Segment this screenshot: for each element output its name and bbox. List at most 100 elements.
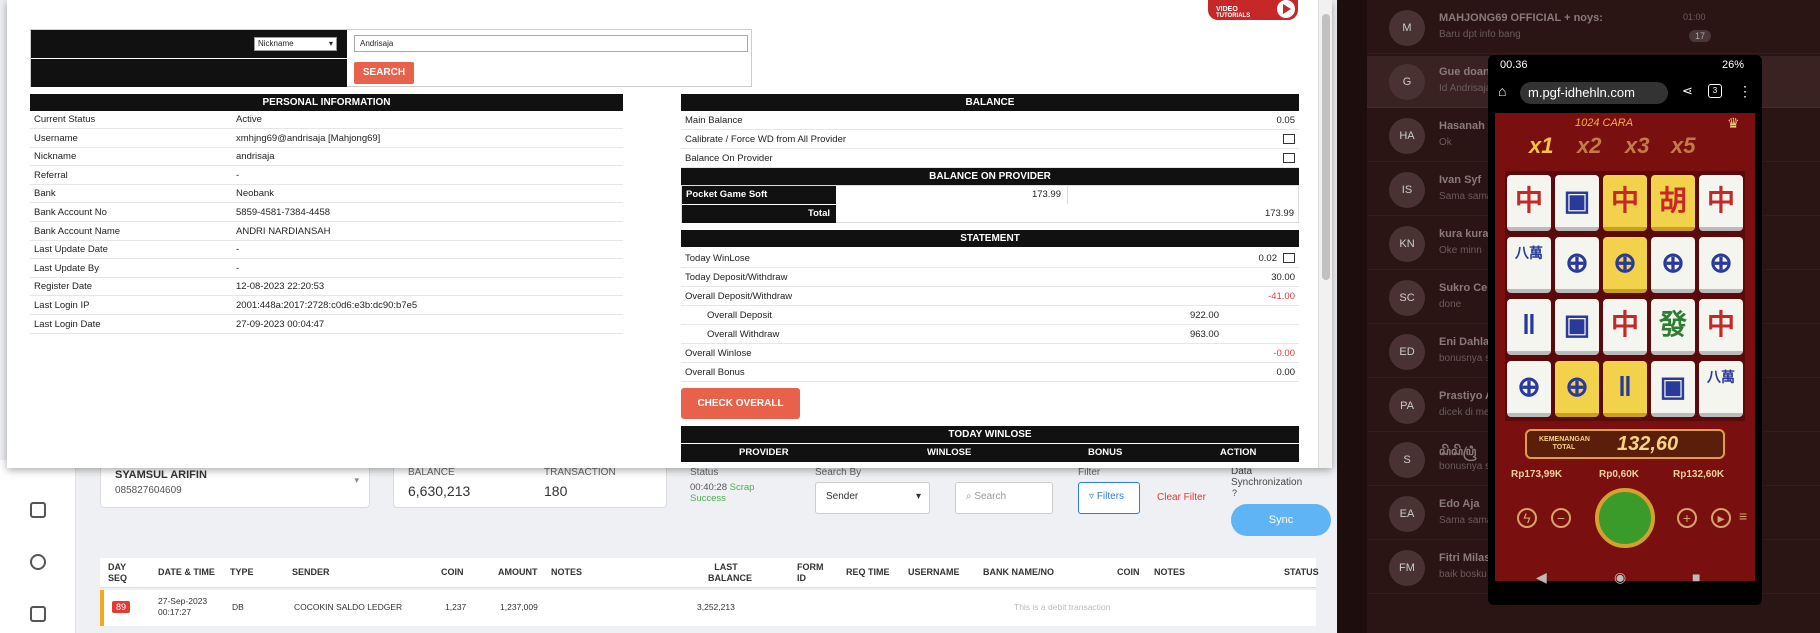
home-nav-icon[interactable]: ◉: [1614, 569, 1626, 586]
table-row[interactable]: 27-Sep-2023 00:17:27 DB COCOKIN SALDO LE…: [100, 590, 1316, 626]
multiplier-1: x1: [1529, 133, 1554, 158]
menu-icon[interactable]: ≡: [1739, 508, 1747, 524]
col-coin-2: COIN: [1117, 567, 1140, 577]
row-type: DB: [232, 602, 244, 612]
mahjong-game[interactable]: 1024 CARA ♛ x1 x2 x3 x5 中 ▣ 中胡中八萬 ⊕ ⊕ ⊕ ⊕ ‖ ▣ 中發中…: [1495, 113, 1755, 581]
autoplay-icon[interactable]: ▸: [1711, 508, 1731, 528]
overall-winlose-value: -0.00: [1273, 348, 1295, 359]
video-tutorials-badge[interactable]: VIDEO TUTORIALS: [1208, 0, 1298, 20]
overall-bonus-label: Overall Bonus: [685, 367, 745, 378]
col-day-seq: DAY SEQ: [108, 562, 128, 583]
mahjong-tile: 中: [1603, 175, 1647, 231]
col-bank: BANK NAME/NO: [983, 567, 1054, 577]
filters-button[interactable]: ▿ Filters: [1078, 482, 1140, 514]
dashboard-icon[interactable]: [30, 502, 46, 518]
chat-list-item[interactable]: M MAHJONG69 OFFICIAL + noys: Baru dpt info…: [1367, 2, 1820, 54]
clear-filter-link[interactable]: Clear Filter: [1157, 492, 1206, 503]
home-icon[interactable]: ⌂: [1498, 83, 1506, 99]
check-overall-button[interactable]: CHECK OVERALL: [681, 388, 800, 419]
personal-info-row: Last Update Date -: [30, 241, 623, 260]
search-input[interactable]: ⌕ Search: [955, 482, 1053, 514]
scrollbar-thumb[interactable]: [1322, 14, 1330, 280]
personal-info-value: 2001:448a:2017:2728:c0d6:e3b:dc90:b7e5: [236, 300, 418, 311]
trophy-icon[interactable]: ♛: [1727, 115, 1740, 132]
overall-winlose-label: Overall Winlose: [685, 348, 752, 359]
url-bar[interactable]: m.pgf-idhehln.com: [1520, 82, 1668, 104]
personal-info-row: Last Login Date 27-09-2023 00:04:47: [30, 316, 623, 334]
personal-info-row: Register Date 12-08-2023 22:20:53: [30, 278, 623, 297]
personal-info-row: Bank Account No 5859-4581-7384-4458: [30, 204, 623, 222]
turbo-icon[interactable]: ϟ: [1517, 508, 1537, 528]
personal-info-row: Username xmhjng69@andrisaja [Mahjong69]: [30, 130, 623, 148]
back-icon[interactable]: ◀: [1536, 569, 1547, 586]
row-last-balance: 3,252,213: [697, 602, 735, 612]
avatar: KN: [1389, 226, 1425, 262]
overall-withdraw-label: Overall Withdraw: [707, 329, 780, 340]
personal-info-key: Nickname: [34, 151, 77, 163]
personal-info-value: 12-08-2023 22:20:53: [236, 281, 325, 293]
calibrate-label: Calibrate / Force WD from All Provider: [685, 134, 847, 145]
col-last-balance: LAST BALANCE: [708, 562, 752, 583]
day-seq-badge: 89: [112, 601, 131, 613]
customer-phone: 085827604609: [115, 485, 182, 496]
chat-message: Id Andrisaja: [1439, 83, 1492, 94]
mahjong-tile: ⊕: [1507, 361, 1551, 417]
mahjong-tile: 胡: [1651, 175, 1695, 231]
search-button[interactable]: SEARCH: [354, 62, 414, 84]
col-winlose: WINLOSE: [927, 447, 972, 458]
mahjong-tile: 中: [1699, 175, 1743, 231]
list-icon[interactable]: [1283, 253, 1295, 263]
history-icon[interactable]: [30, 554, 46, 570]
personal-info-row: Nickname andrisaja: [30, 148, 623, 167]
col-req-time: REQ TIME: [846, 567, 890, 577]
mahjong-tile: ‖: [1603, 361, 1647, 417]
plus-icon[interactable]: +: [1677, 508, 1697, 528]
play-icon: [1277, 0, 1295, 18]
provider-name: Pocket Game Soft: [682, 186, 836, 204]
sync-button[interactable]: Sync: [1231, 504, 1331, 536]
nickname-input[interactable]: Andrisaja: [354, 35, 748, 52]
browser-bar: ⌂ m.pgf-idhehln.com ⋖ 3 ⋮: [1492, 79, 1758, 107]
tile-grid: 中 ▣ 中胡中八萬 ⊕ ⊕ ⊕ ⊕ ‖ ▣ 中發中 ⊕ ⊕ ‖ ▣ 八萬: [1505, 171, 1745, 421]
overall-withdraw-row: Overall Withdraw 963.00: [681, 325, 1299, 344]
search-by-select[interactable]: Sender ▾: [815, 482, 930, 514]
personal-info-value: Active: [236, 114, 262, 125]
overall-dw-value: -41.00: [1268, 291, 1295, 302]
personal-info-value: andrisaja: [236, 151, 275, 163]
list-icon[interactable]: [1283, 153, 1295, 163]
customer-name: SYAMSUL ARIFIN: [115, 469, 207, 481]
col-provider: PROVIDER: [739, 447, 789, 458]
spin-button[interactable]: [1595, 488, 1655, 548]
personal-info-value: xmhjng69@andrisaja [Mahjong69]: [236, 132, 381, 144]
row-sender: COCOKIN SALDO LEDGER: [294, 602, 403, 612]
balance-title: BALANCE: [681, 94, 1299, 111]
multiplier-2: x2: [1577, 133, 1602, 158]
total-win-label: KEMENANGAN TOTAL: [1539, 436, 1590, 452]
col-username: USERNAME: [908, 567, 960, 577]
book-icon[interactable]: [30, 606, 46, 622]
search-field-select[interactable]: Nickname ▾: [254, 37, 337, 51]
personal-info-value: 27-09-2023 00:04:47: [236, 318, 325, 330]
today-winlose-row: Today WinLose 0.02: [681, 249, 1299, 268]
overall-winlose-row: Overall Winlose -0.00: [681, 344, 1299, 363]
more-icon[interactable]: ⋮: [1738, 83, 1752, 100]
personal-info-row: Last Login IP 2001:448a:2017:2728:c0d6:e3…: [30, 297, 623, 315]
today-winlose-value: 0.02: [1258, 253, 1278, 264]
avatar: FM: [1389, 550, 1425, 586]
col-bonus: BONUS: [1088, 447, 1123, 458]
modal-scrollbar[interactable]: [1318, 0, 1332, 468]
external-link-icon[interactable]: [1283, 134, 1295, 144]
member-detail-modal: VIDEO TUTORIALS Nickname ▾ Andrisaja SEA…: [7, 0, 1332, 468]
recents-icon[interactable]: ■: [1692, 569, 1700, 585]
tabs-count[interactable]: 3: [1708, 84, 1722, 98]
search-placeholder: Search: [974, 491, 1007, 502]
share-icon[interactable]: ⋖: [1682, 83, 1693, 99]
personal-info-key: Last Update Date: [34, 244, 108, 256]
col-sender: SENDER: [292, 567, 330, 577]
customer-card[interactable]: SYAMSUL ARIFIN 085827604609 ▾: [100, 462, 370, 508]
chat-name: Ivan Syf: [1439, 174, 1482, 186]
today-deposit-withdraw-row: Today Deposit/Withdraw 30.00: [681, 268, 1299, 287]
mahjong-tile: ⊕: [1555, 361, 1599, 417]
minus-icon[interactable]: −: [1551, 508, 1571, 528]
mahjong-tile: 發: [1651, 299, 1695, 355]
